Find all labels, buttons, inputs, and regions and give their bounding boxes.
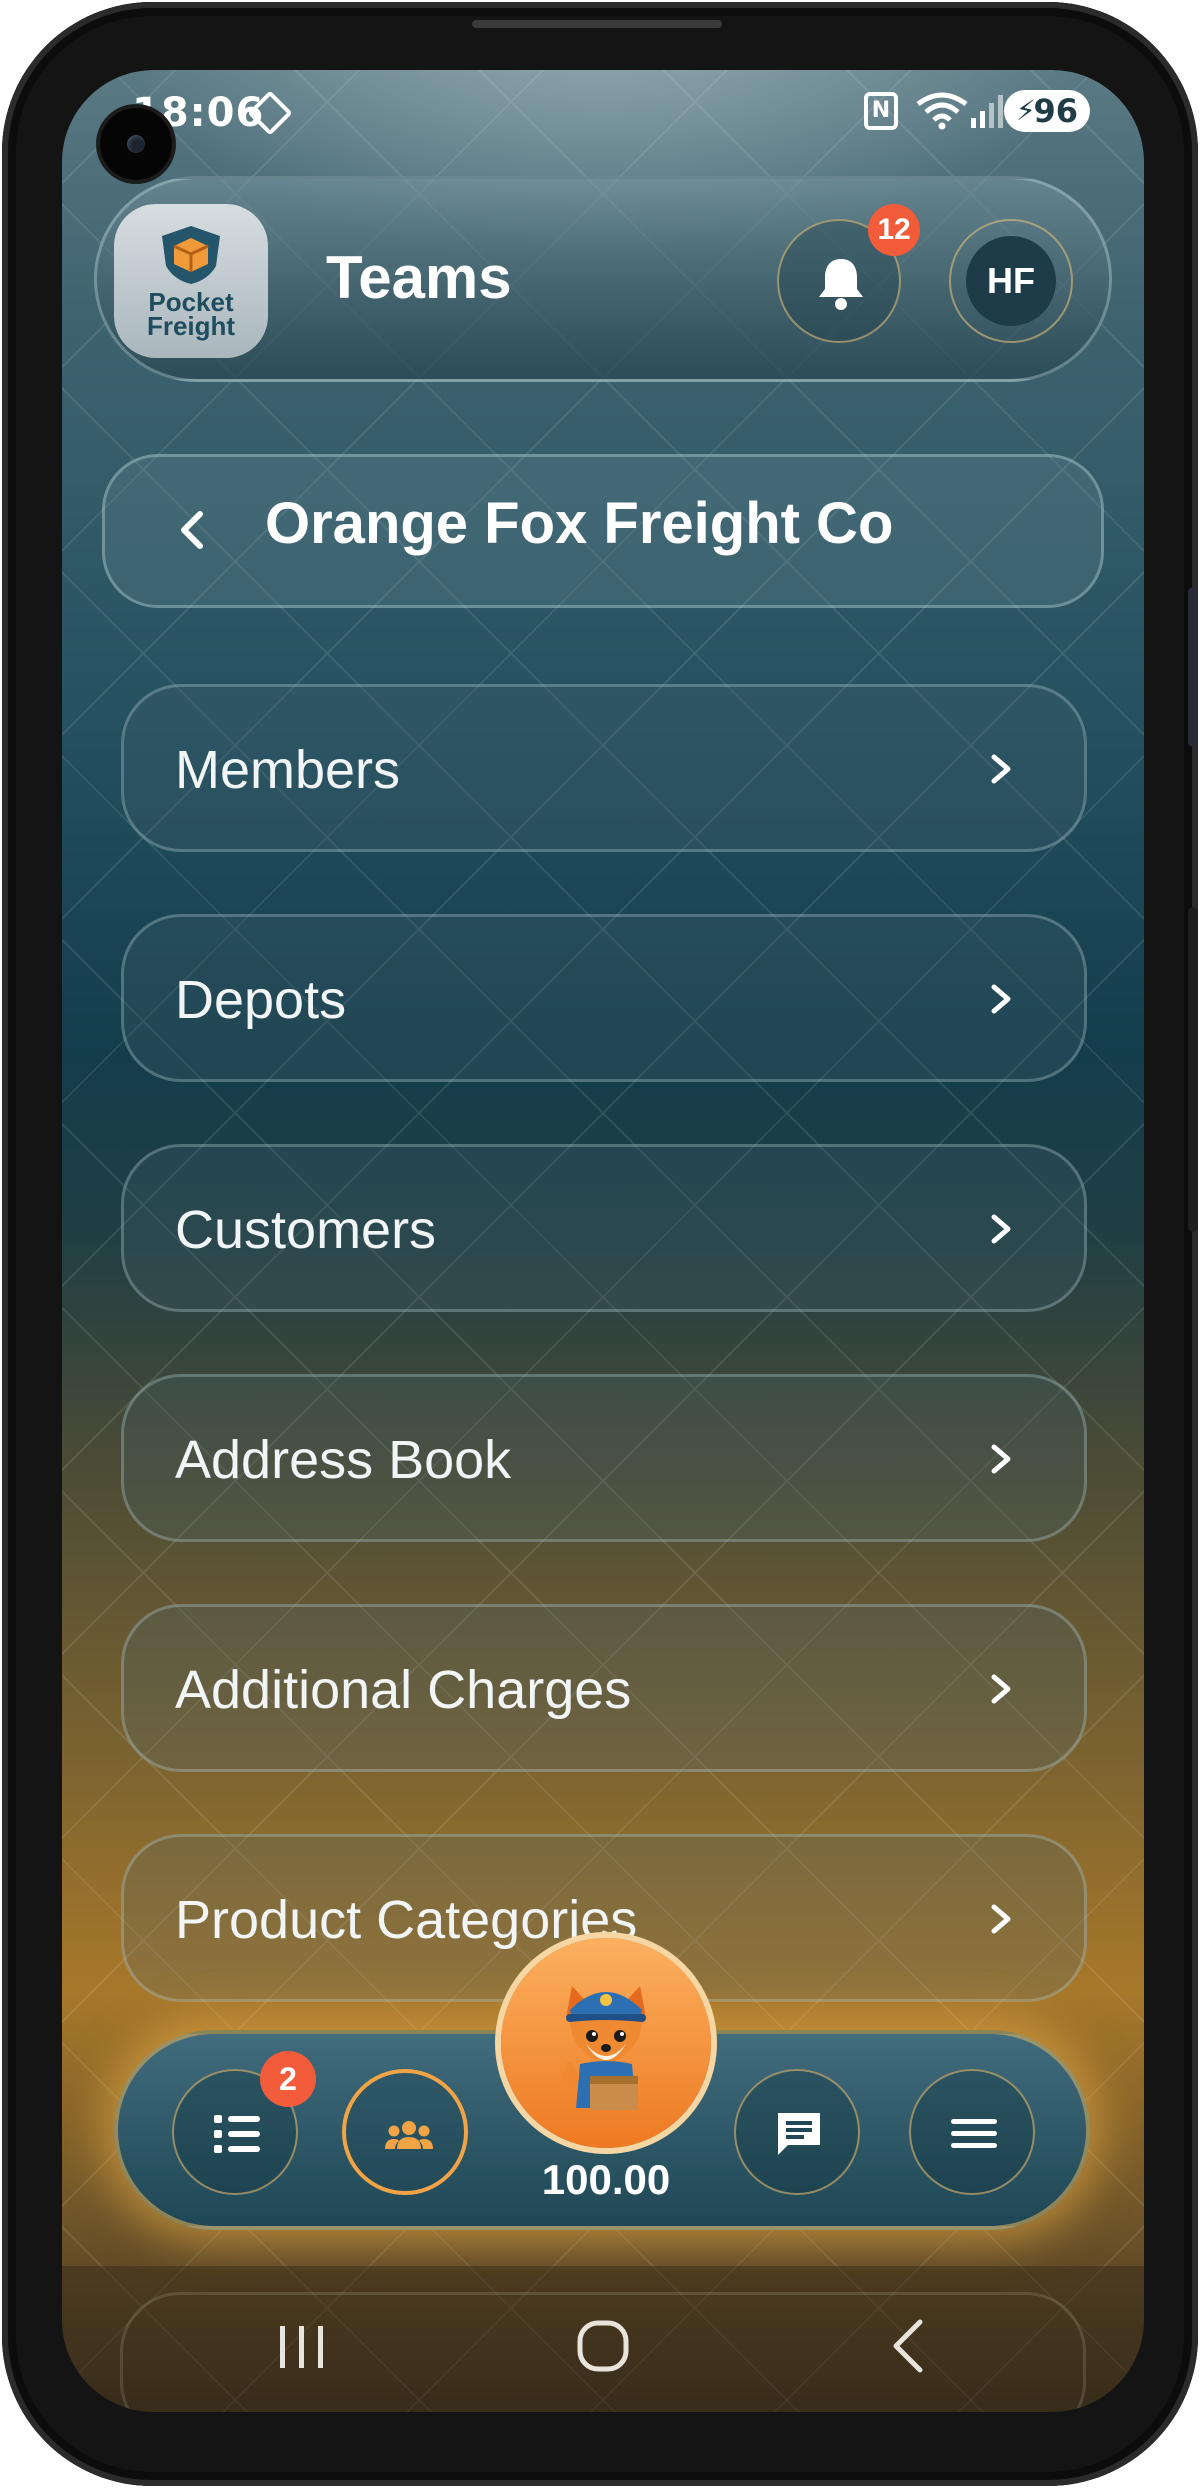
menu-item-label: Additional Charges xyxy=(175,1660,632,1720)
package-shield-icon xyxy=(162,226,220,284)
earpiece-speaker xyxy=(472,20,722,28)
menu-item-label: Customers xyxy=(175,1200,437,1260)
jobs-badge: 2 xyxy=(260,2051,316,2107)
menu-item-additional-charges[interactable]: Additional Charges xyxy=(121,1604,1087,1772)
wallet-balance: 100.00 xyxy=(541,2156,671,2203)
messages-button[interactable] xyxy=(734,2069,860,2195)
nfc-icon: N xyxy=(864,92,898,130)
main-menu-button[interactable] xyxy=(909,2069,1035,2195)
menu-icon xyxy=(951,2119,997,2148)
menu-item-label: Members xyxy=(175,740,401,800)
menu-item-address-book[interactable]: Address Book xyxy=(121,1374,1087,1542)
front-camera xyxy=(100,108,172,180)
pocket-freight-logo[interactable]: Pocket Freight xyxy=(114,204,268,358)
signal-icon xyxy=(971,95,1003,128)
volume-button xyxy=(1188,587,1198,747)
page-title: Teams xyxy=(326,244,512,311)
list-icon xyxy=(214,2115,260,2153)
battery-indicator: ⚡ 96 xyxy=(1004,90,1090,132)
wifi-icon xyxy=(916,92,968,130)
teams-button[interactable] xyxy=(342,2069,468,2195)
wallet-mascot-button[interactable] xyxy=(501,1938,711,2148)
chevron-right-icon xyxy=(991,754,1011,784)
chevron-right-icon xyxy=(991,1444,1011,1474)
menu-item-label: Product Categories xyxy=(175,1890,638,1950)
menu-item-customers[interactable]: Customers xyxy=(121,1144,1087,1312)
notification-badge: 12 xyxy=(868,204,920,256)
bell-icon xyxy=(819,259,863,310)
company-name: Orange Fox Freight Co xyxy=(265,491,894,556)
chat-icon xyxy=(778,2113,820,2155)
team-icon xyxy=(385,2121,433,2149)
menu-item-label: Address Book xyxy=(175,1430,512,1490)
avatar: HF xyxy=(966,236,1056,326)
logo-text: Pocket Freight xyxy=(146,287,236,341)
phone-frame: 18:06 N ⚡ 96 Pocket Freight Teams 12 HF … xyxy=(2,2,1198,2486)
recent-apps-icon[interactable] xyxy=(276,2322,328,2372)
power-button xyxy=(1188,907,1198,1232)
chevron-right-icon xyxy=(991,1674,1011,1704)
back-icon[interactable] xyxy=(888,2316,928,2376)
menu-item-depots[interactable]: Depots xyxy=(121,914,1087,1082)
app-screen: 18:06 N ⚡ 96 Pocket Freight Teams 12 HF … xyxy=(62,70,1144,2412)
menu-item-members[interactable]: Members xyxy=(121,684,1087,852)
back-chevron-icon[interactable] xyxy=(172,506,216,554)
battery-level: 96 xyxy=(1033,92,1078,130)
chevron-right-icon xyxy=(991,1214,1011,1244)
charging-icon: ⚡ xyxy=(1016,94,1036,127)
fox-mascot-icon xyxy=(561,1986,646,2110)
chevron-right-icon xyxy=(991,1904,1011,1934)
home-icon[interactable] xyxy=(575,2318,631,2374)
profile-button[interactable]: HF xyxy=(949,219,1073,343)
menu-item-label: Depots xyxy=(175,970,347,1030)
chevron-right-icon xyxy=(991,984,1011,1014)
